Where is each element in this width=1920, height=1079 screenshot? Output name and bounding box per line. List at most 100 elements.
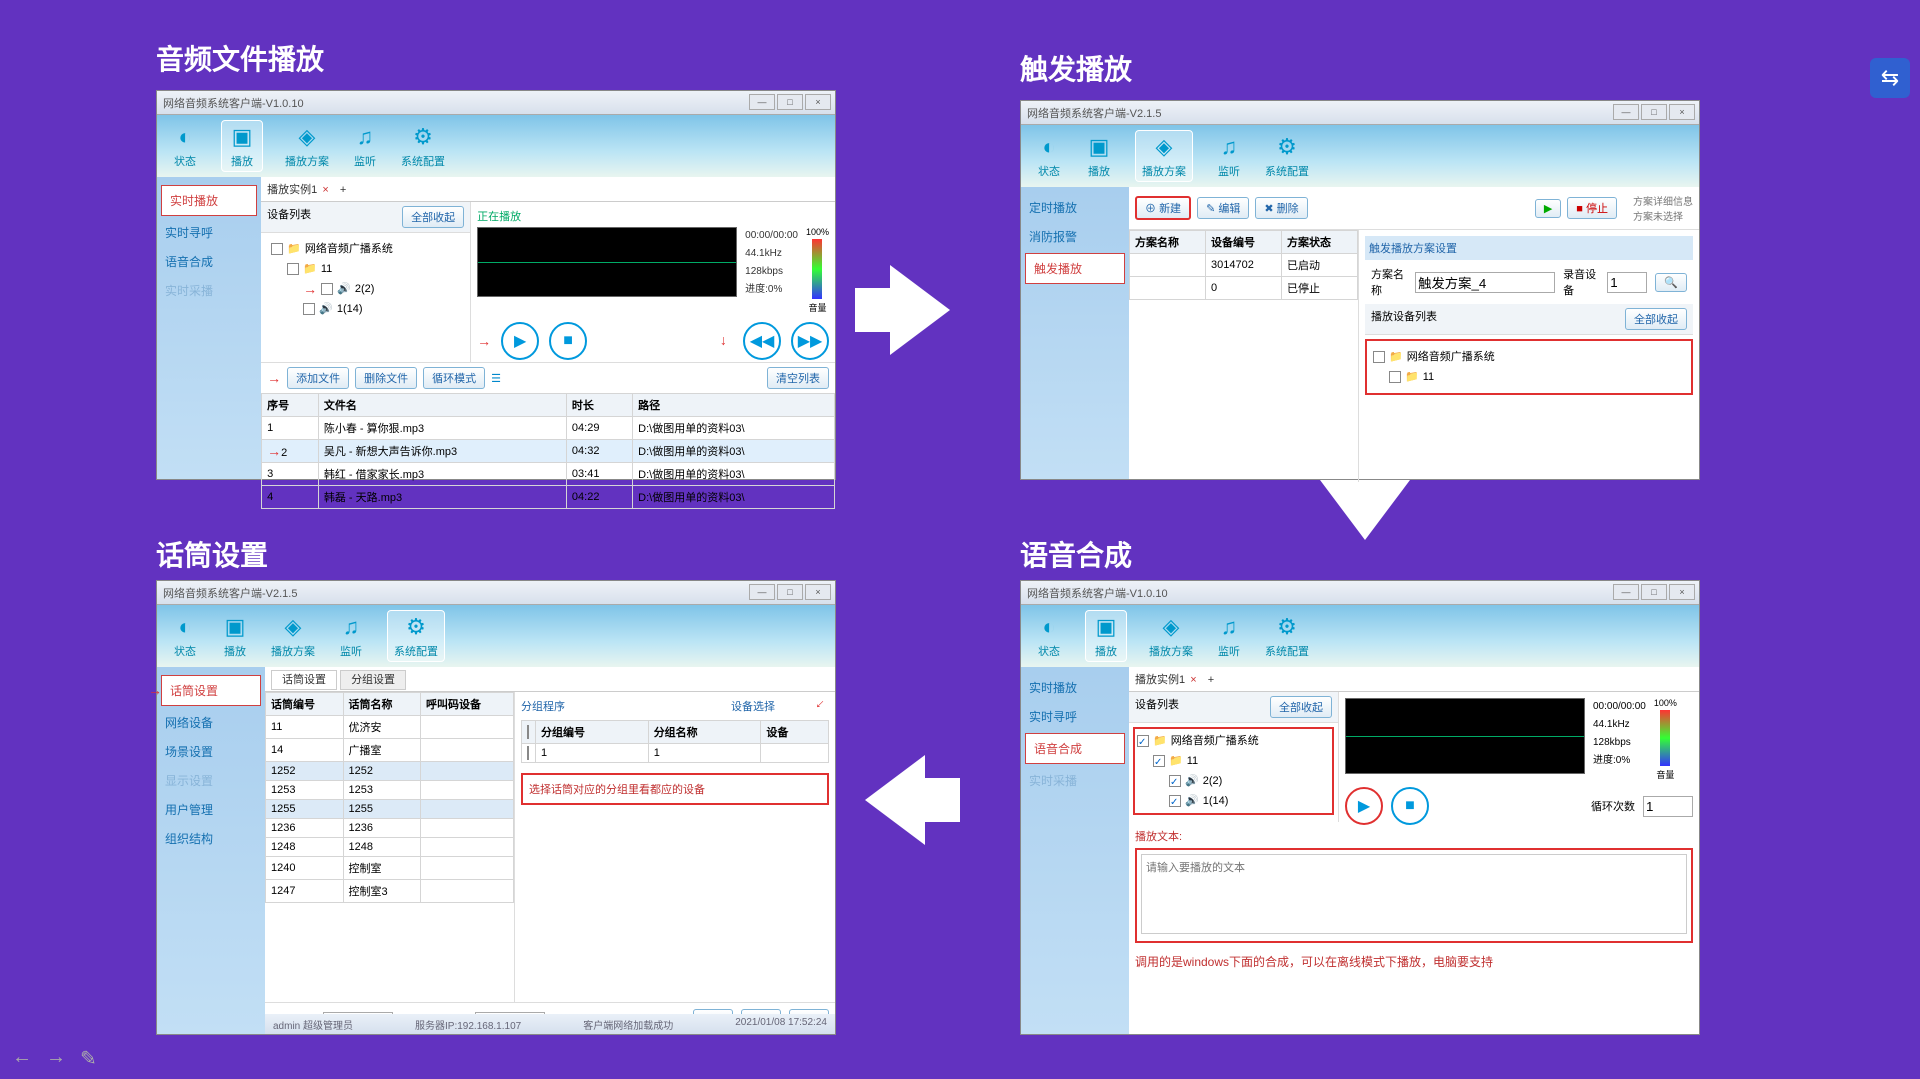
list-icon[interactable]: ☰ [491, 372, 501, 385]
sidebar-realtime-page[interactable]: 实时寻呼 [1021, 702, 1129, 731]
table-row[interactable]: 12361236 [266, 819, 514, 838]
sidebar-mic-setting[interactable]: →话筒设置 [161, 675, 261, 706]
tab-group[interactable]: 分组设置 [340, 670, 406, 690]
play-button[interactable]: ▶ [1345, 787, 1383, 825]
sidebar-realtime-play[interactable]: 实时播放 [1021, 673, 1129, 702]
nav-next[interactable]: → [46, 1046, 66, 1071]
stop-button[interactable]: ■ [549, 322, 587, 360]
toolbar-scheme[interactable]: ◈播放方案 [271, 613, 315, 659]
checkbox[interactable] [303, 303, 315, 315]
add-file-button[interactable]: 添加文件 [287, 367, 349, 389]
sidebar-realtime-page[interactable]: 实时寻呼 [157, 218, 261, 247]
toolbar-syscfg[interactable]: ⚙系统配置 [1265, 613, 1309, 659]
play-button[interactable]: ▶ [501, 322, 539, 360]
sidebar-realtime-play[interactable]: 实时播放 [161, 185, 257, 216]
tab-instance[interactable]: 播放实例1 [1135, 674, 1185, 686]
maximize-button[interactable]: □ [777, 584, 803, 600]
edit-button[interactable]: ✎ 编辑 [1197, 197, 1249, 219]
table-row[interactable]: 11 [522, 744, 829, 763]
toolbar-listen[interactable]: ♫监听 [351, 123, 379, 169]
close-button[interactable]: × [805, 94, 831, 110]
toolbar-scheme[interactable]: ◈播放方案 [285, 123, 329, 169]
table-row[interactable]: 1陈小春 - 算你狠.mp304:29D:\做图用单的资料03\ [262, 417, 835, 440]
collapse-all-button[interactable]: 全部收起 [1270, 696, 1332, 718]
table-row[interactable]: 12481248 [266, 838, 514, 857]
toolbar-play[interactable]: ▣播放 [221, 613, 249, 659]
toolbar-play[interactable]: ▣播放 [221, 120, 263, 172]
new-button[interactable]: ⊕ 新建 [1135, 196, 1191, 220]
scheme-name-input[interactable] [1415, 272, 1555, 293]
table-row[interactable]: 1247控制室3 [266, 880, 514, 903]
checkbox[interactable] [1389, 371, 1401, 383]
collapse-all-button[interactable]: 全部收起 [402, 206, 464, 228]
table-row[interactable]: 12531253 [266, 781, 514, 800]
sidebar-trigger[interactable]: 触发播放 [1025, 253, 1125, 284]
close-button[interactable]: × [1669, 104, 1695, 120]
nav-prev[interactable]: ← [12, 1046, 32, 1071]
table-row[interactable]: 0已停止 [1130, 277, 1358, 300]
toolbar-syscfg[interactable]: ⚙系统配置 [401, 123, 445, 169]
minimize-button[interactable]: — [749, 94, 775, 110]
toolbar-play[interactable]: ▣播放 [1085, 610, 1127, 662]
table-row[interactable]: 12551255 [266, 800, 514, 819]
delete-file-button[interactable]: 删除文件 [355, 367, 417, 389]
toolbar-listen[interactable]: ♫监听 [337, 613, 365, 659]
tab-add[interactable]: + [340, 184, 346, 196]
tts-text-input[interactable] [1141, 854, 1687, 934]
table-row[interactable]: 1240控制室 [266, 857, 514, 880]
search-button[interactable]: 🔍 [1655, 273, 1687, 292]
clear-list-button[interactable]: 清空列表 [767, 367, 829, 389]
table-row[interactable]: 4韩磊 - 天路.mp304:22D:\做图用单的资料03\ [262, 486, 835, 509]
next-button[interactable]: ▶▶ [791, 322, 829, 360]
sidebar-netdev[interactable]: 网络设备 [157, 708, 265, 737]
volume-slider[interactable] [812, 239, 822, 299]
checkbox[interactable] [287, 263, 299, 275]
tab-instance[interactable]: 播放实例1 [267, 184, 317, 196]
checkbox[interactable] [1137, 735, 1149, 747]
sidebar-scene[interactable]: 场景设置 [157, 737, 265, 766]
collapse-all-button[interactable]: 全部收起 [1625, 308, 1687, 330]
checkbox[interactable] [321, 283, 333, 295]
toolbar-scheme[interactable]: ◈播放方案 [1149, 613, 1193, 659]
sidebar-fire[interactable]: 消防报警 [1021, 222, 1129, 251]
table-row[interactable]: →2吴凡 - 新想大声告诉你.mp304:32D:\做图用单的资料03\ [262, 440, 835, 463]
play-button[interactable]: ▶ [1535, 199, 1561, 218]
toolbar-syscfg[interactable]: ⚙系统配置 [387, 610, 445, 662]
table-row[interactable]: 14广播室 [266, 739, 514, 762]
tab-close-icon[interactable]: × [1190, 674, 1196, 686]
loop-times-input[interactable] [1643, 796, 1693, 817]
toolbar-syscfg[interactable]: ⚙系统配置 [1265, 133, 1309, 179]
sidebar-timed[interactable]: 定时播放 [1021, 193, 1129, 222]
toolbar-listen[interactable]: ♫监听 [1215, 613, 1243, 659]
tab-close-icon[interactable]: × [322, 184, 328, 196]
stop-button[interactable]: ■ [1391, 787, 1429, 825]
tab-mic[interactable]: 话筒设置 [271, 670, 337, 690]
maximize-button[interactable]: □ [777, 94, 803, 110]
checkbox[interactable] [527, 746, 529, 760]
table-row[interactable]: 12521252 [266, 762, 514, 781]
table-row[interactable]: 3韩红 - 借家家长.mp303:41D:\做图用单的资料03\ [262, 463, 835, 486]
tab-add[interactable]: + [1208, 674, 1214, 686]
volume-slider[interactable] [1660, 710, 1670, 766]
prev-button[interactable]: ◀◀ [743, 322, 781, 360]
checkbox[interactable] [527, 725, 529, 739]
minimize-button[interactable]: — [749, 584, 775, 600]
checkbox[interactable] [1169, 795, 1181, 807]
checkbox[interactable] [1169, 775, 1181, 787]
toolbar-listen[interactable]: ♫监听 [1215, 133, 1243, 179]
toolbar-play[interactable]: ▣播放 [1085, 133, 1113, 179]
toolbar-status[interactable]: ◐状态 [1035, 133, 1063, 179]
toolbar-status[interactable]: ◐状态 [171, 613, 199, 659]
sidebar-tts[interactable]: 语音合成 [1025, 733, 1125, 764]
close-button[interactable]: × [1669, 584, 1695, 600]
checkbox[interactable] [271, 243, 283, 255]
table-row[interactable]: 11优济安 [266, 716, 514, 739]
minimize-button[interactable]: — [1613, 584, 1639, 600]
sidebar-display[interactable]: 显示设置 [157, 766, 265, 795]
maximize-button[interactable]: □ [1641, 104, 1667, 120]
minimize-button[interactable]: — [1613, 104, 1639, 120]
sidebar-org[interactable]: 组织结构 [157, 824, 265, 853]
close-button[interactable]: × [805, 584, 831, 600]
sidebar-users[interactable]: 用户管理 [157, 795, 265, 824]
record-device-input[interactable] [1607, 272, 1647, 293]
